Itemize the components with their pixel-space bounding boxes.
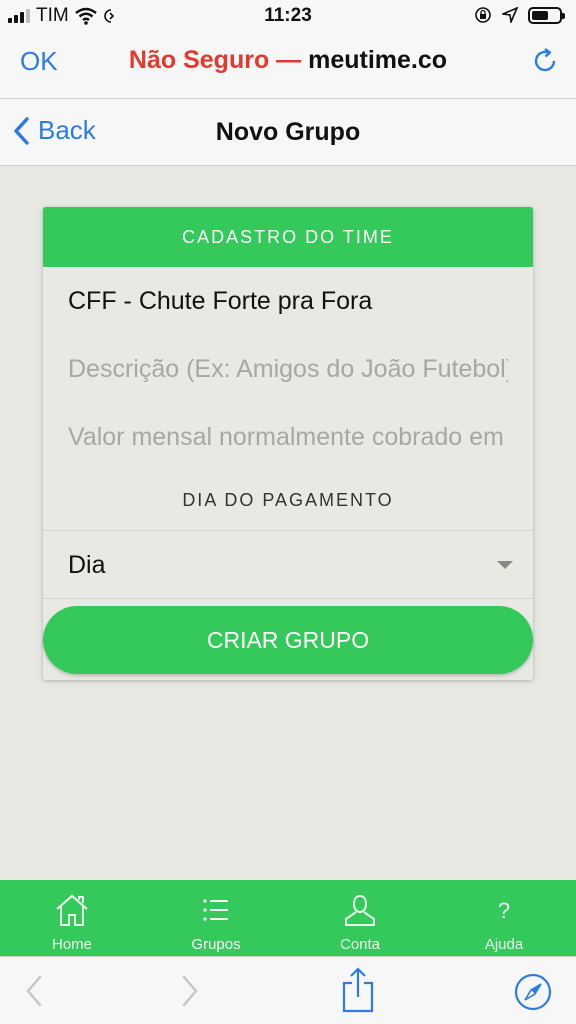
team-registration-card: CADASTRO DO TIME CFF - Chute Forte pra F… bbox=[43, 207, 533, 680]
card-header: CADASTRO DO TIME bbox=[43, 207, 533, 267]
payment-day-label: DIA DO PAGAMENTO bbox=[182, 490, 394, 510]
home-icon bbox=[56, 894, 88, 926]
page-nav-header: Back Novo Grupo bbox=[0, 98, 576, 166]
browser-toolbar bbox=[0, 956, 576, 1024]
monthly-fee-field[interactable]: Valor mensal normalmente cobrado em R$ bbox=[68, 423, 508, 452]
browser-url-bar: OK Não Seguro — meutime.co bbox=[0, 32, 576, 98]
payment-day-select[interactable]: Dia bbox=[43, 530, 533, 599]
url-domain: meutime.co bbox=[308, 46, 448, 74]
tab-conta-label: Conta bbox=[339, 936, 381, 953]
description-field[interactable]: Descrição (Ex: Amigos do João Futebol) bbox=[68, 355, 508, 384]
team-name-field[interactable]: CFF - Chute Forte pra Fora bbox=[68, 287, 508, 316]
svg-text:?: ? bbox=[498, 898, 510, 923]
tab-grupos[interactable]: Grupos bbox=[144, 880, 288, 956]
payment-day-value: Dia bbox=[68, 551, 106, 579]
page-title: Novo Grupo bbox=[215, 118, 361, 146]
tab-ajuda[interactable]: ? Ajuda bbox=[432, 880, 576, 956]
status-right bbox=[474, 6, 565, 24]
app-tab-bar: Home Grupos Conta ? Ajuda bbox=[0, 880, 576, 956]
tab-home[interactable]: Home bbox=[0, 880, 144, 956]
compass-icon[interactable] bbox=[514, 973, 552, 1011]
help-icon: ? bbox=[498, 898, 510, 923]
orientation-lock-icon bbox=[475, 7, 491, 23]
not-secure-warning: Não Seguro — bbox=[128, 46, 302, 74]
list-icon bbox=[203, 899, 228, 921]
tab-grupos-label: Grupos bbox=[191, 936, 241, 953]
battery-icon bbox=[528, 6, 565, 24]
tab-conta[interactable]: Conta bbox=[288, 880, 432, 956]
address-field[interactable]: Não Seguro — meutime.co bbox=[0, 46, 576, 75]
browser-forward-icon[interactable] bbox=[178, 971, 202, 1011]
chevron-down-icon bbox=[497, 561, 513, 569]
user-icon bbox=[345, 894, 375, 926]
reload-icon[interactable] bbox=[530, 46, 560, 76]
create-group-button[interactable]: CRIAR GRUPO bbox=[43, 606, 533, 674]
share-icon[interactable] bbox=[340, 967, 376, 1013]
location-arrow-icon bbox=[502, 7, 518, 23]
tab-home-label: Home bbox=[51, 936, 92, 953]
browser-back-icon[interactable] bbox=[22, 971, 46, 1011]
tab-ajuda-label: Ajuda bbox=[484, 936, 524, 953]
status-bar: TIM 11:23 bbox=[0, 0, 576, 32]
